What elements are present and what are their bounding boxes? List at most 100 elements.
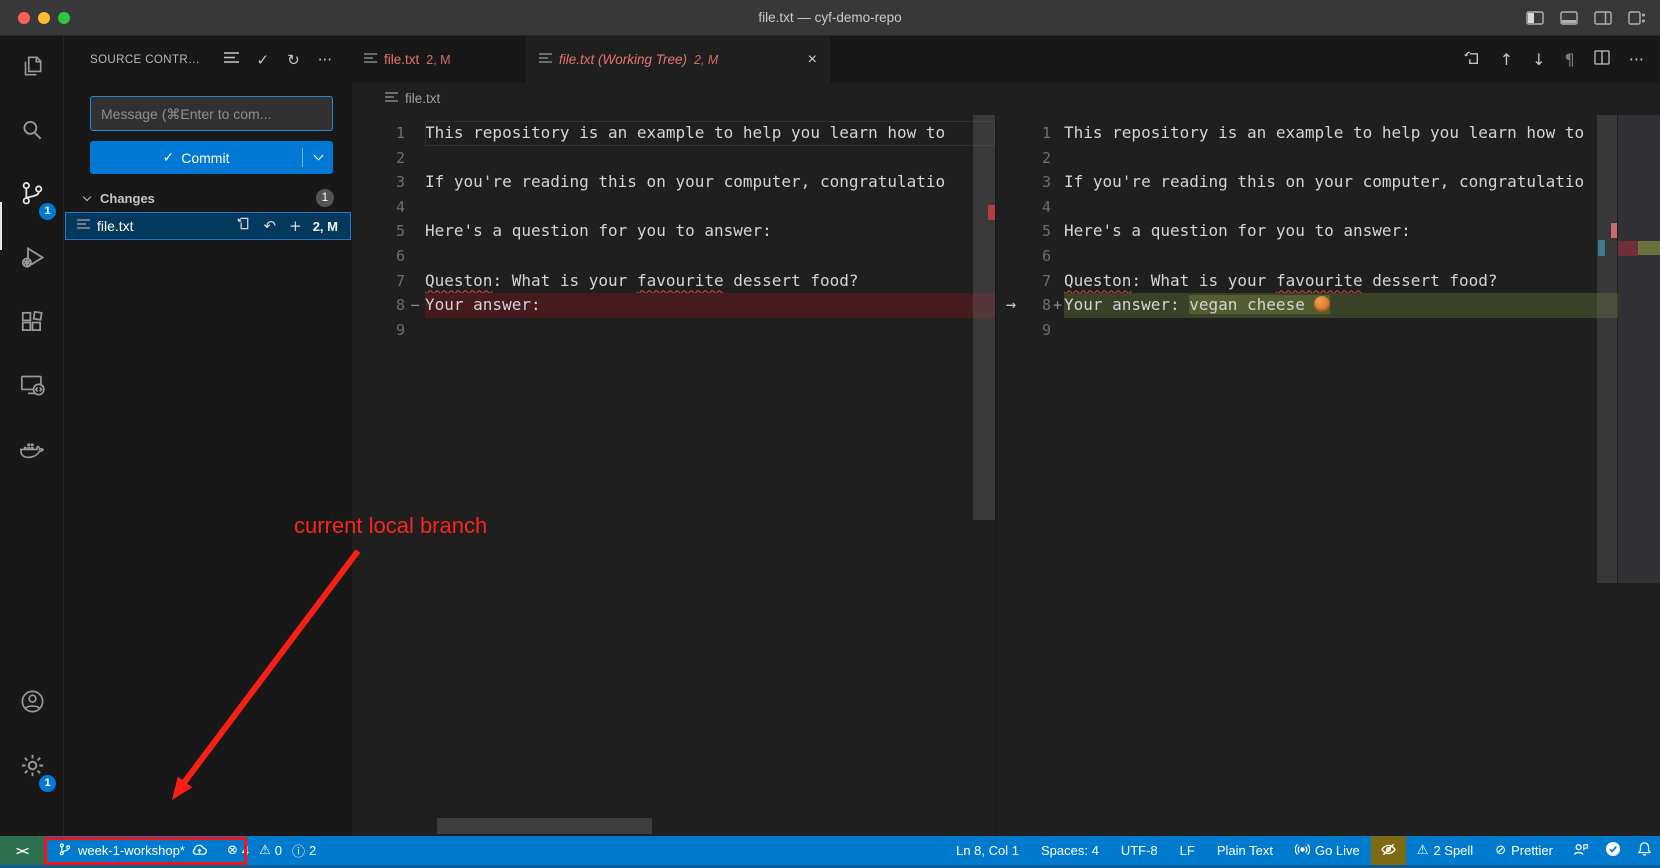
stage-changes-icon[interactable]: + bbox=[289, 217, 302, 235]
eye-slash-icon bbox=[1380, 842, 1397, 860]
editor-line-1[interactable]: 1This repository is an example to help y… bbox=[352, 121, 995, 146]
customize-layout-icon[interactable] bbox=[1628, 11, 1646, 25]
notifications-button[interactable] bbox=[1629, 836, 1660, 865]
sidebar-item-search[interactable] bbox=[0, 100, 64, 164]
open-changes-icon[interactable] bbox=[1464, 49, 1481, 71]
left-vertical-scrollbar[interactable] bbox=[973, 115, 995, 520]
editor-line-4[interactable]: 4 bbox=[352, 195, 995, 220]
prettier-status[interactable]: ⊘ Prettier bbox=[1484, 836, 1564, 865]
problems-indicator[interactable]: ⊗ 4 ⚠ 0 ⓘ 2 bbox=[216, 836, 333, 865]
branch-name: week-1-workshop* bbox=[78, 843, 185, 858]
info-icon: ⓘ bbox=[292, 841, 305, 860]
remote-explorer-icon bbox=[19, 372, 46, 404]
right-overview-error-mark bbox=[1611, 223, 1617, 238]
tab-file-txt[interactable]: file.txt 2, M bbox=[352, 36, 527, 83]
sidebar-item-remote-explorer[interactable] bbox=[0, 356, 64, 420]
language-mode[interactable]: Plain Text bbox=[1206, 836, 1284, 865]
feedback-button[interactable] bbox=[1564, 836, 1597, 865]
account-icon bbox=[19, 688, 46, 720]
editor-line-8[interactable]: 8+Your answer: vegan cheese bbox=[996, 293, 1660, 318]
breadcrumb-file: file.txt bbox=[405, 91, 440, 106]
more-actions-icon[interactable]: ··· bbox=[318, 51, 332, 69]
spell-label: 2 Spell bbox=[1433, 843, 1473, 858]
info-count: 2 bbox=[309, 843, 316, 858]
toggle-whitespace-icon[interactable]: ¶ bbox=[1565, 50, 1575, 69]
refresh-icon[interactable]: ↻ bbox=[287, 51, 300, 69]
sidebar-item-explorer[interactable] bbox=[0, 36, 64, 100]
basketball-emoji bbox=[1314, 296, 1330, 312]
split-editor-icon[interactable] bbox=[1594, 50, 1610, 70]
search-icon bbox=[19, 117, 45, 148]
editor-line-5[interactable]: 5Here's a question for you to answer: bbox=[352, 219, 995, 244]
commit-button[interactable]: ✓ Commit bbox=[90, 141, 333, 174]
discard-changes-icon[interactable]: ↶ bbox=[264, 217, 277, 235]
editor-line-3[interactable]: 3If you're reading this on your computer… bbox=[996, 170, 1660, 195]
hide-issues-toggle[interactable] bbox=[1371, 836, 1406, 865]
editor-line-2[interactable]: 2 bbox=[352, 146, 995, 171]
changes-section-header[interactable]: Changes 1 bbox=[64, 185, 352, 211]
editor-line-2[interactable]: 2 bbox=[996, 146, 1660, 171]
settings-button[interactable]: 1 bbox=[0, 736, 64, 800]
editor-line-9[interactable]: 9 bbox=[996, 318, 1660, 343]
go-live-label: Go Live bbox=[1315, 843, 1360, 858]
open-file-icon[interactable] bbox=[236, 216, 251, 236]
editor-line-1[interactable]: 1This repository is an example to help y… bbox=[996, 121, 1660, 146]
tab-label: file.txt (Working Tree) bbox=[559, 52, 687, 67]
sidebar-item-run-debug[interactable] bbox=[0, 228, 64, 292]
editor-actions: ↑ ↓ ¶ ··· bbox=[1464, 36, 1644, 83]
editor-line-6[interactable]: 6 bbox=[996, 244, 1660, 269]
left-horizontal-scrollbar[interactable] bbox=[437, 818, 652, 834]
diff-modified-pane[interactable]: 1This repository is an example to help y… bbox=[995, 113, 1660, 836]
revert-change-arrow-icon[interactable]: → bbox=[998, 293, 1024, 318]
editor-line-9[interactable]: 9 bbox=[352, 318, 995, 343]
sidebar-item-source-control[interactable]: 1 bbox=[0, 164, 64, 228]
overview-deleted-mark bbox=[1618, 241, 1638, 256]
left-overview-error-mark bbox=[988, 205, 995, 220]
vscode-window: file.txt — cyf-demo-repo bbox=[0, 0, 1660, 868]
extensions-icon bbox=[19, 309, 45, 340]
diff-original-pane[interactable]: 1This repository is an example to help y… bbox=[352, 113, 995, 836]
editor-line-8[interactable]: 8−Your answer: bbox=[352, 293, 995, 318]
more-actions-icon[interactable]: ··· bbox=[1629, 50, 1644, 69]
right-vertical-scrollbar[interactable] bbox=[1597, 115, 1617, 583]
settings-badge: 1 bbox=[39, 775, 56, 792]
view-as-list-icon[interactable] bbox=[224, 51, 239, 69]
go-live-button[interactable]: Go Live bbox=[1284, 836, 1371, 865]
file-icon bbox=[364, 52, 377, 67]
toggle-sidebar-icon[interactable] bbox=[1526, 11, 1544, 25]
close-icon[interactable]: × bbox=[808, 51, 817, 69]
breadcrumb[interactable]: file.txt bbox=[352, 83, 1660, 113]
toggle-panel-icon[interactable] bbox=[1560, 11, 1578, 25]
file-change-status: 2, M bbox=[313, 219, 338, 234]
status-bar: >< week-1-workshop* ⊗ 4 ⚠ 0 ⓘ 2 Ln 8, Co… bbox=[0, 836, 1660, 865]
sidebar-item-docker[interactable] bbox=[0, 420, 64, 484]
circle-slash-icon: ⊘ bbox=[1495, 843, 1506, 858]
tab-file-txt-working-tree[interactable]: file.txt (Working Tree) 2, M × bbox=[527, 36, 830, 83]
commit-action-icon[interactable]: ✓ bbox=[257, 51, 270, 69]
status-check-button[interactable] bbox=[1597, 836, 1629, 865]
spell-checker-status[interactable]: ⚠ 2 Spell bbox=[1406, 836, 1484, 865]
eol-sequence[interactable]: LF bbox=[1169, 836, 1206, 865]
accounts-button[interactable] bbox=[0, 672, 64, 736]
commit-message-input[interactable] bbox=[90, 96, 333, 131]
tab-status: 2, M bbox=[694, 53, 718, 67]
editor-line-5[interactable]: 5Here's a question for you to answer: bbox=[996, 219, 1660, 244]
commit-dropdown-button[interactable] bbox=[303, 156, 333, 159]
editor-line-7[interactable]: 7Queston: What is your favourite dessert… bbox=[996, 269, 1660, 294]
editor-line-4[interactable]: 4 bbox=[996, 195, 1660, 220]
changes-count-badge: 1 bbox=[316, 189, 334, 207]
editor-line-3[interactable]: 3If you're reading this on your computer… bbox=[352, 170, 995, 195]
next-change-icon[interactable]: ↓ bbox=[1532, 50, 1545, 69]
cursor-position[interactable]: Ln 8, Col 1 bbox=[945, 836, 1030, 865]
remote-indicator[interactable]: >< bbox=[0, 836, 44, 865]
branch-indicator[interactable]: week-1-workshop* bbox=[50, 836, 216, 865]
editor-line-6[interactable]: 6 bbox=[352, 244, 995, 269]
changed-file-row[interactable]: file.txt ↶ + 2, M bbox=[65, 212, 351, 240]
editor-line-7[interactable]: 7Queston: What is your favourite dessert… bbox=[352, 269, 995, 294]
chevron-down-icon bbox=[83, 192, 91, 200]
sidebar-item-extensions[interactable] bbox=[0, 292, 64, 356]
toggle-secondary-sidebar-icon[interactable] bbox=[1594, 11, 1612, 25]
previous-change-icon[interactable]: ↑ bbox=[1500, 50, 1513, 69]
encoding[interactable]: UTF-8 bbox=[1110, 836, 1169, 865]
indentation[interactable]: Spaces: 4 bbox=[1030, 836, 1110, 865]
